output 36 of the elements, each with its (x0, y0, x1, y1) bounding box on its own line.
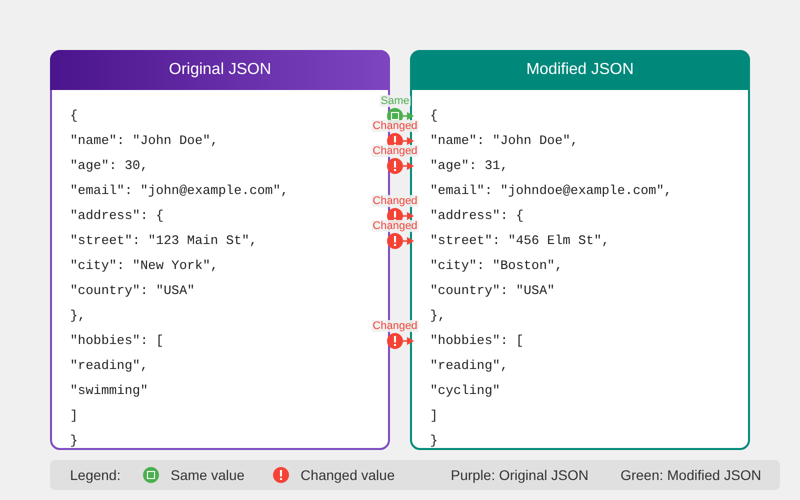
code-line: }, (430, 307, 447, 325)
code-line: "hobbies": [ (430, 332, 525, 350)
code-line: "reading", (70, 357, 150, 375)
status-label: Changed (372, 120, 418, 132)
panel-title: Original JSON (50, 50, 390, 90)
code-line: "email": "johndoe@example.com", (430, 182, 673, 200)
status-label: Changed (372, 220, 418, 232)
code-line: "country": "USA" (430, 282, 556, 300)
code-line: } (70, 432, 79, 450)
code-line: "city": "New York", (70, 257, 220, 275)
code-line: ] (70, 407, 79, 425)
code-line: "city": "Boston", (430, 257, 564, 275)
code-line: "address": { (430, 207, 525, 225)
legend-label: Changed value (300, 467, 395, 483)
code-line: "cycling" (430, 382, 502, 400)
code-line: ] (430, 407, 439, 425)
status-label: Changed (372, 194, 418, 206)
code-line: "age": 31, (430, 157, 510, 175)
legend-note: Purple: Original JSON (450, 467, 588, 483)
status-label: Changed (372, 320, 418, 332)
code-line: "street": "123 Main St", (70, 232, 258, 250)
code-line: "country": "USA" (70, 282, 196, 300)
code-line: "reading", (430, 357, 510, 375)
code-line: "swimming" (70, 382, 150, 400)
code-line: } (430, 432, 439, 450)
status-label: Same (380, 94, 410, 106)
code-line: "age": 30, (70, 157, 150, 175)
legend-label: Same value (170, 467, 245, 483)
code-line: "street": "456 Elm St", (430, 232, 610, 250)
legend-title: Legend: (70, 467, 121, 483)
panel-title: Modified JSON (410, 50, 750, 90)
legend-note: Green: Modified JSON (620, 467, 762, 483)
status-label: Changed (372, 144, 418, 156)
code-line: "name": "John Doe", (430, 132, 580, 150)
code-line: { (430, 107, 439, 125)
code-line: "hobbies": [ (70, 332, 165, 350)
